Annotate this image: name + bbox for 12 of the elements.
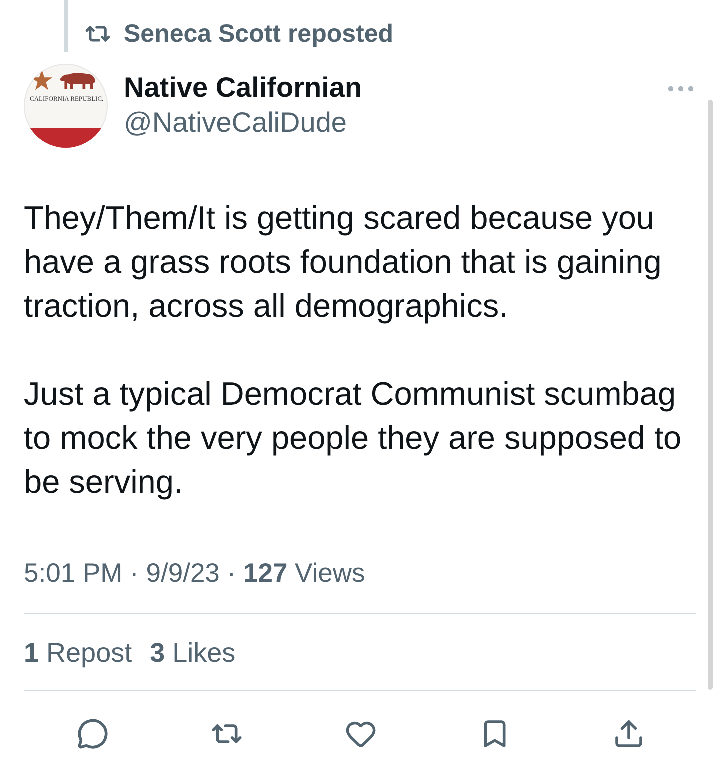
stat-link[interactable]: 3 Likes	[150, 635, 236, 671]
author-handle[interactable]: @NativeCaliDude	[124, 106, 362, 140]
tweet-text: Just a typical Democrat Communist scumbag to mock the very people they are supposed to be serving.	[24, 375, 683, 502]
share-icon[interactable]	[613, 718, 645, 750]
stat-link[interactable]: 1 Repost	[24, 635, 132, 671]
bear-icon	[59, 71, 97, 90]
reply-icon[interactable]	[77, 718, 109, 750]
repost-banner-text: Seneca Scott reposted	[124, 20, 394, 48]
tweet-meta: 5:01 PM · 9/9/23 · 127 Views	[24, 557, 366, 590]
author-name[interactable]: Native Californian	[124, 72, 362, 104]
tweet-text: They/Them/It is getting scared because you have a grass roots foundation that is gaining traction, across all demographics.	[24, 199, 663, 326]
star-icon	[31, 70, 53, 91]
